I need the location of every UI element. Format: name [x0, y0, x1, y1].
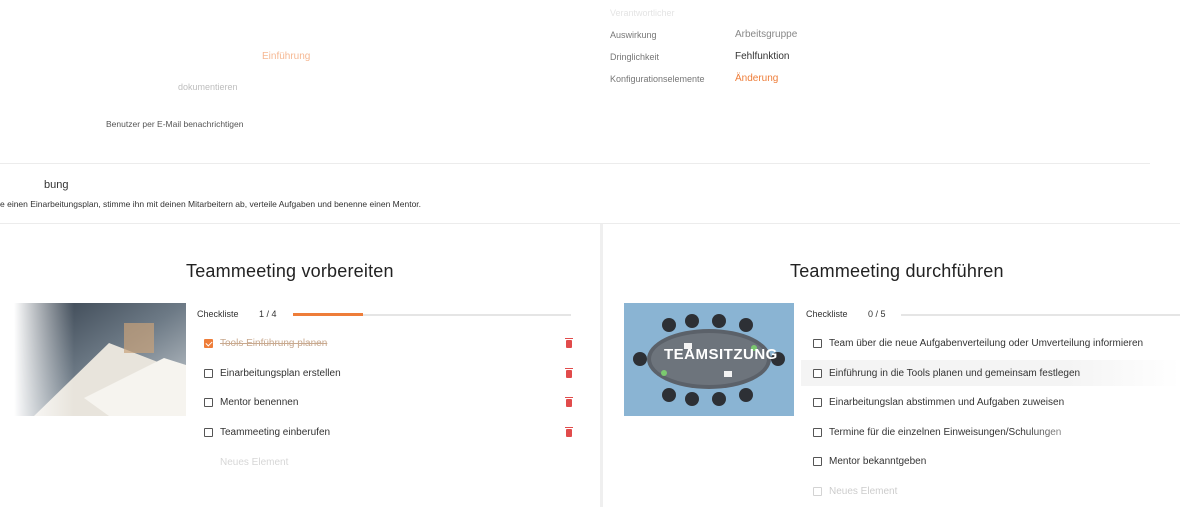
checkbox-icon[interactable] [813, 457, 822, 466]
checklist-item-label: Einführung in die Tools planen und gemei… [829, 368, 1081, 379]
checklist-count-prepare: 1 / 4 [259, 309, 277, 319]
meta-label-impact: Auswirkung [610, 30, 657, 40]
meta-label-config: Konfigurationselemente [610, 74, 705, 84]
checklist-item[interactable]: Termine für die einzelnen Einweisungen/S… [813, 427, 1113, 438]
progress-fill-prepare [293, 313, 363, 316]
card-title-conduct: Teammeeting durchführen [790, 261, 1004, 281]
checklist-item[interactable]: Mentor benennen [204, 397, 298, 408]
cards-divider [0, 223, 1180, 224]
checklist-item-label: Teammeeting einberufen [220, 427, 331, 438]
checklist-item[interactable]: Einführung in die Tools planen und gemei… [813, 368, 1080, 379]
document-label: dokumentieren [178, 82, 238, 92]
checklist-item[interactable]: Einarbeitungsplan erstellen [204, 368, 341, 379]
checklist-item-label: Team über die neue Aufgabenverteilung od… [829, 338, 1144, 349]
checkbox-icon[interactable] [813, 428, 822, 437]
image-text: TEAMSITZUNG [664, 346, 778, 363]
checkbox-icon[interactable] [813, 398, 822, 407]
checkbox-icon[interactable] [813, 339, 822, 348]
progress-bar-prepare [293, 313, 571, 316]
description-text: e einen Einarbeitungsplan, stimme ihn mi… [0, 199, 422, 209]
checklist-item[interactable]: Teammeeting einberufen [204, 427, 330, 438]
meta-value-impact[interactable]: Arbeitsgruppe [735, 29, 797, 40]
checklist-label-conduct: Checkliste [806, 309, 848, 319]
description-title: bung [44, 179, 69, 191]
checklist-item-label: Einarbeitungsplan erstellen [220, 368, 341, 379]
new-item-input[interactable]: Neues Element [829, 486, 897, 497]
card-separator [600, 224, 603, 507]
text-fade [1023, 427, 1113, 438]
checkbox-icon[interactable] [204, 369, 213, 378]
notify-users-label[interactable]: Benutzer per E-Mail benachrichtigen [106, 119, 244, 129]
checklist-item[interactable]: Tools Einführung planen [204, 338, 327, 349]
checklist-item-label: Tools Einführung planen [220, 338, 328, 349]
card-image-conduct: TEAMSITZUNG [624, 303, 794, 416]
checklist-item[interactable]: Team über die neue Aufgabenverteilung od… [813, 338, 1143, 349]
meta-value-config[interactable]: Änderung [735, 73, 778, 84]
new-item-row[interactable]: Neues Element [813, 486, 897, 497]
new-item-input[interactable]: Neues Element [220, 457, 288, 468]
card-image-prepare [14, 303, 186, 416]
card-title-prepare: Teammeeting vorbereiten [186, 261, 394, 281]
checklist-count-conduct: 0 / 5 [868, 309, 886, 319]
checklist-item[interactable]: Einarbeitungslan abstimmen und Aufgaben … [813, 397, 1064, 408]
checkbox-icon[interactable] [813, 369, 822, 378]
checklist-label-prepare: Checkliste [197, 309, 239, 319]
checklist-item[interactable]: Mentor bekanntgeben [813, 456, 926, 467]
checklist-item-label: Mentor bekanntgeben [829, 456, 927, 467]
delete-icon[interactable] [565, 427, 573, 437]
task-link[interactable]: Einführung [262, 51, 310, 62]
section-divider [0, 163, 1150, 164]
checkbox-icon[interactable] [204, 428, 213, 437]
delete-icon[interactable] [565, 397, 573, 407]
delete-icon[interactable] [565, 368, 573, 378]
progress-bar-conduct [901, 314, 1180, 316]
checkbox-icon[interactable] [204, 398, 213, 407]
checkbox-checked-icon[interactable] [204, 339, 213, 348]
meta-header: Verantwortlicher [610, 8, 675, 18]
checkbox-icon[interactable] [813, 487, 822, 496]
meta-value-urgency[interactable]: Fehlfunktion [735, 51, 789, 62]
meta-label-urgency: Dringlichkeit [610, 52, 660, 62]
delete-icon[interactable] [565, 338, 573, 348]
checklist-item-label: Einarbeitungslan abstimmen und Aufgaben … [829, 397, 1065, 408]
checklist-item-label: Mentor benennen [220, 397, 299, 408]
